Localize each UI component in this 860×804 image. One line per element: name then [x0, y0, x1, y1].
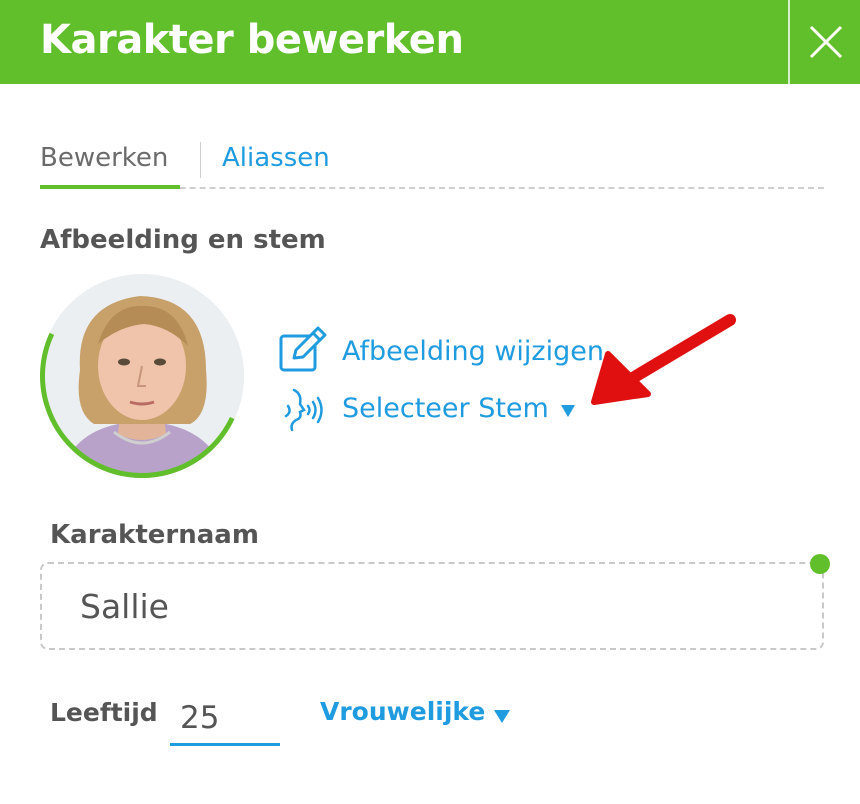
tab-separator: [200, 142, 201, 178]
chevron-down-icon: [561, 404, 576, 417]
tab-aliases[interactable]: Aliassen: [222, 142, 330, 174]
edit-icon: [278, 326, 328, 378]
character-name-value: Sallie: [80, 587, 169, 626]
header-divider: [788, 0, 790, 84]
section-title-image-voice: Afbeelding en stem: [40, 225, 326, 255]
status-dot: [810, 554, 830, 574]
select-voice-label-wrap: Selecteer Stem: [342, 391, 577, 427]
tab-edit[interactable]: Bewerken: [40, 142, 168, 174]
tab-bar: Bewerken Aliassen: [40, 136, 824, 190]
character-name-input[interactable]: Sallie: [40, 562, 824, 650]
select-voice-label: Selecteer Stem: [342, 393, 549, 424]
character-name-label: Karakternaam: [50, 520, 259, 550]
age-input[interactable]: 25: [170, 690, 280, 746]
voice-icon: [278, 386, 324, 436]
change-image-label: Afbeelding wijzigen: [342, 336, 604, 367]
chevron-down-icon: [494, 709, 511, 723]
age-label: Leeftijd: [50, 698, 158, 727]
age-value: 25: [180, 700, 220, 736]
avatar[interactable]: [40, 274, 244, 478]
active-tab-indicator: [40, 185, 180, 189]
dialog-header: Karakter bewerken: [0, 0, 860, 84]
gender-value: Vrouwelijke: [320, 697, 486, 726]
select-voice-dropdown[interactable]: Selecteer Stem: [278, 386, 588, 434]
change-image-button[interactable]: Afbeelding wijzigen: [278, 326, 618, 374]
close-icon: [809, 25, 843, 59]
dialog-title: Karakter bewerken: [40, 17, 464, 63]
close-button[interactable]: [792, 0, 860, 84]
gender-dropdown[interactable]: Vrouwelijke: [320, 694, 512, 734]
edit-character-dialog: Karakter bewerken Bewerken Aliassen Afbe…: [0, 0, 860, 804]
avatar-portrait: [40, 274, 244, 478]
